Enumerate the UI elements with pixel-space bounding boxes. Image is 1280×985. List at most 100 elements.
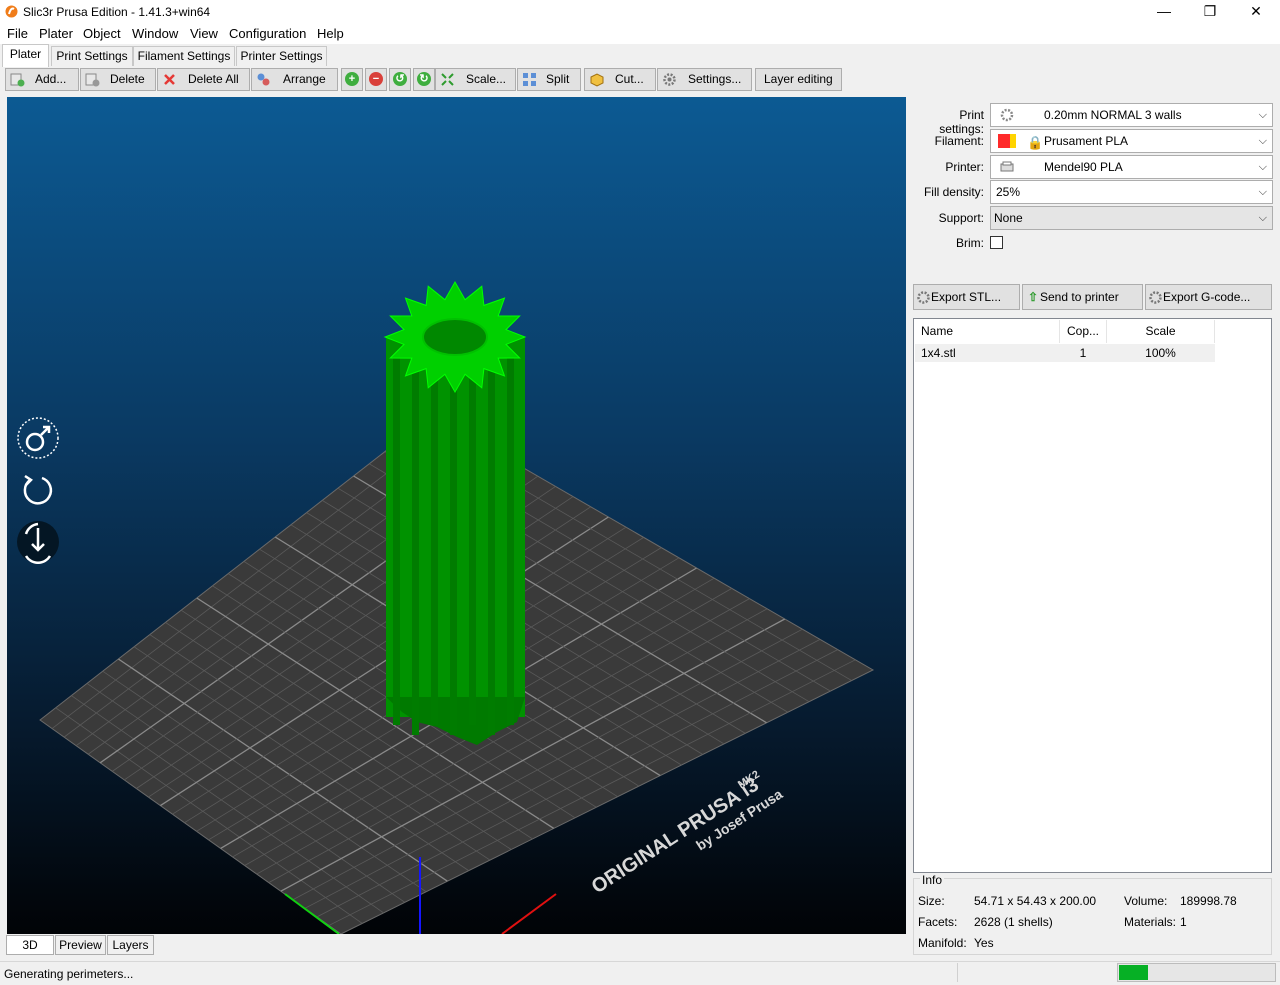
rotate-gizmo-icon[interactable] bbox=[16, 468, 60, 512]
rotate-ccw-button[interactable]: ↺ bbox=[389, 68, 411, 91]
rotate-cw-button[interactable]: ↻ bbox=[413, 68, 435, 91]
menu-file[interactable]: File bbox=[7, 26, 28, 41]
support-label: Support: bbox=[938, 211, 984, 225]
support-combo[interactable]: None ⌵ bbox=[990, 206, 1273, 230]
scale-button[interactable]: Scale... bbox=[435, 68, 516, 91]
filament-label: Filament: bbox=[934, 134, 984, 148]
chevron-down-icon: ⌵ bbox=[1258, 161, 1267, 173]
object-name-cell: 1x4.stl bbox=[921, 344, 1051, 362]
send-to-printer-label: Send to printer bbox=[1040, 290, 1119, 304]
menu-configuration[interactable]: Configuration bbox=[229, 26, 306, 41]
arrow-up-icon: ⇧ bbox=[1028, 290, 1039, 304]
split-icon bbox=[523, 73, 536, 86]
delete-button-label: Delete bbox=[110, 72, 145, 86]
tab-filament-settings[interactable]: Filament Settings bbox=[133, 46, 235, 66]
minus-icon: − bbox=[369, 72, 383, 86]
fill-density-label: Fill density: bbox=[923, 185, 984, 199]
progress-fill bbox=[1119, 965, 1148, 980]
remove-instance-button[interactable]: − bbox=[365, 68, 387, 91]
add-instance-button[interactable]: + bbox=[341, 68, 363, 91]
model-1x4[interactable] bbox=[383, 280, 527, 745]
object-copies-cell: 1 bbox=[1060, 344, 1106, 362]
filament-value: Prusament PLA bbox=[1044, 134, 1129, 148]
settings-button[interactable]: Settings... bbox=[657, 68, 752, 91]
printer-value: Mendel90 PLA bbox=[1044, 160, 1123, 174]
move-gizmo-icon[interactable] bbox=[16, 416, 60, 460]
filament-combo[interactable]: 🔒 Prusament PLA ⌵ bbox=[990, 129, 1273, 153]
delete-all-button[interactable]: Delete All bbox=[157, 68, 250, 91]
column-header-scale[interactable]: Scale bbox=[1107, 320, 1215, 343]
filament-color-swatch-2 bbox=[1010, 134, 1016, 148]
print-settings-value: 0.20mm NORMAL 3 walls bbox=[1044, 108, 1182, 122]
status-bar bbox=[0, 961, 1280, 985]
gear-icon bbox=[917, 291, 930, 304]
menu-view[interactable]: View bbox=[190, 26, 218, 41]
printer-label: Printer: bbox=[945, 160, 984, 174]
column-header-name[interactable]: Name bbox=[915, 320, 1060, 343]
menu-help[interactable]: Help bbox=[317, 26, 344, 41]
cut-button-label: Cut... bbox=[615, 72, 644, 86]
maximize-button[interactable]: ❐ bbox=[1187, 0, 1233, 24]
info-manifold-label: Manifold: bbox=[918, 936, 967, 950]
info-manifold-value: Yes bbox=[974, 936, 994, 950]
layer-editing-button-label: Layer editing bbox=[764, 72, 833, 86]
brim-checkbox[interactable] bbox=[990, 236, 1003, 249]
chevron-down-icon: ⌵ bbox=[1258, 186, 1267, 198]
arrange-icon bbox=[257, 73, 270, 86]
object-scale-cell: 100% bbox=[1107, 344, 1214, 362]
add-button[interactable]: Add... bbox=[5, 68, 79, 91]
zoom-gizmo-icon[interactable] bbox=[16, 520, 60, 564]
export-stl-button[interactable]: Export STL... bbox=[913, 284, 1020, 310]
fill-density-combo[interactable]: 25% ⌵ bbox=[990, 180, 1273, 204]
chevron-down-icon: ⌵ bbox=[1258, 135, 1267, 147]
view-tab-layers[interactable]: Layers bbox=[107, 935, 154, 955]
cut-icon bbox=[590, 73, 604, 87]
add-button-label: Add... bbox=[35, 72, 67, 86]
info-materials-label: Materials: bbox=[1124, 915, 1177, 929]
delete-button[interactable]: Delete bbox=[80, 68, 156, 91]
scene-canvas: ORIGINAL PRUSA i3 MK2 by Josef Prusa bbox=[39, 280, 875, 934]
view-tab-preview[interactable]: Preview bbox=[55, 935, 106, 955]
info-materials-value: 1 bbox=[1180, 915, 1187, 929]
chevron-down-icon: ⌵ bbox=[1258, 109, 1267, 121]
window-title: Slic3r Prusa Edition - 1.41.3+win64 bbox=[23, 5, 211, 19]
menu-object[interactable]: Object bbox=[83, 26, 121, 41]
minimize-button[interactable]: — bbox=[1141, 0, 1187, 24]
send-to-printer-button[interactable]: ⇧ Send to printer bbox=[1022, 284, 1143, 310]
cut-button[interactable]: Cut... bbox=[584, 68, 656, 91]
delete-object-icon bbox=[85, 73, 100, 87]
plus-icon: + bbox=[345, 72, 359, 86]
info-size-label: Size: bbox=[918, 894, 945, 908]
tab-plater[interactable]: Plater bbox=[2, 44, 49, 67]
info-title: Info bbox=[920, 873, 945, 887]
info-volume-value: 189998.78 bbox=[1180, 894, 1237, 908]
fill-density-value: 25% bbox=[996, 185, 1021, 199]
tab-print-settings[interactable]: Print Settings bbox=[51, 46, 133, 66]
export-gcode-button[interactable]: Export G-code... bbox=[1145, 284, 1272, 310]
split-button[interactable]: Split bbox=[517, 68, 581, 91]
tab-printer-settings[interactable]: Printer Settings bbox=[236, 46, 327, 66]
printer-combo[interactable]: Mendel90 PLA ⌵ bbox=[990, 155, 1273, 179]
add-object-icon bbox=[10, 73, 25, 87]
column-header-copies[interactable]: Cop... bbox=[1060, 320, 1107, 343]
info-box bbox=[913, 878, 1272, 955]
info-facets-label: Facets: bbox=[918, 915, 958, 929]
gear-icon bbox=[1000, 108, 1014, 122]
print-settings-combo[interactable]: 0.20mm NORMAL 3 walls ⌵ bbox=[990, 103, 1273, 127]
layer-editing-button[interactable]: Layer editing bbox=[755, 68, 842, 91]
arrange-button-label: Arrange bbox=[283, 72, 326, 86]
gear-icon bbox=[1149, 291, 1162, 304]
menu-plater[interactable]: Plater bbox=[39, 26, 73, 41]
menu-window[interactable]: Window bbox=[132, 26, 178, 41]
view-tab-3d[interactable]: 3D bbox=[6, 935, 54, 955]
rotate-right-icon: ↻ bbox=[417, 72, 431, 86]
export-stl-label: Export STL... bbox=[931, 290, 1002, 304]
3d-viewport[interactable]: ORIGINAL PRUSA i3 MK2 by Josef Prusa bbox=[7, 97, 906, 934]
object-list[interactable] bbox=[913, 318, 1272, 873]
split-button-label: Split bbox=[546, 72, 570, 86]
close-button[interactable]: ✕ bbox=[1233, 0, 1279, 24]
status-text: Generating perimeters... bbox=[4, 967, 134, 981]
print-settings-label: Print settings: bbox=[939, 108, 984, 136]
arrange-button[interactable]: Arrange bbox=[251, 68, 338, 91]
info-facets-value: 2628 (1 shells) bbox=[974, 915, 1053, 929]
